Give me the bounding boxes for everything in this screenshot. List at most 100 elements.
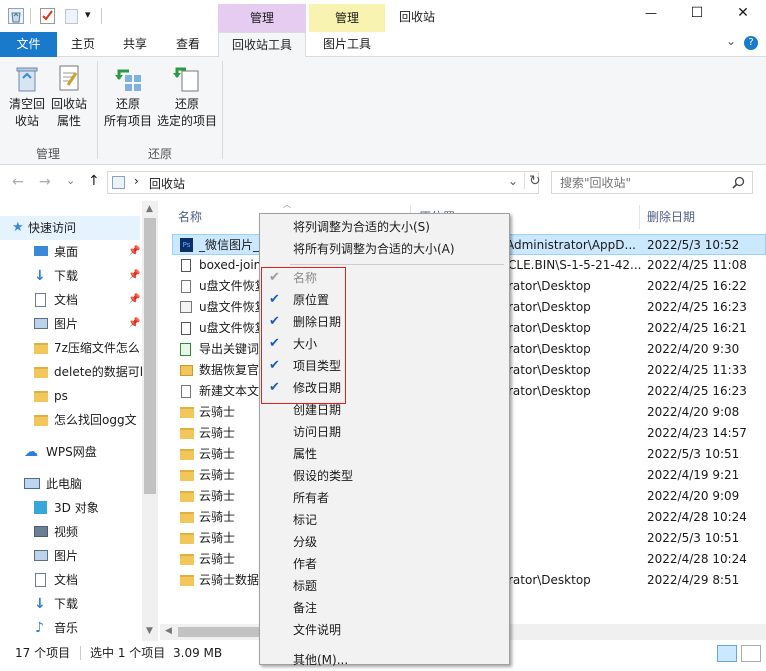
details-view-icon[interactable] [717,645,737,662]
sidebar-item-documents[interactable]: 文档 📌 [0,288,140,312]
context-tab-manage-picture[interactable]: 管理 [309,4,385,32]
address-dropdown-icon[interactable]: ⌄ [508,174,518,188]
menu-item-column-accessed[interactable]: 访问日期 [260,421,509,443]
recycle-bin-properties-button[interactable]: 回收站 属性 [48,63,90,130]
sidebar-item-downloads-2[interactable]: ↓ 下载 [0,592,140,616]
address-box[interactable]: › 回收站 ⌄ ↻ [107,171,541,194]
sidebar-scrollbar[interactable]: ▲ ▼ [142,201,158,641]
sidebar-item-quick-access[interactable]: ★ 快速访问 [0,216,140,240]
tab-share[interactable]: 共享 [112,32,158,57]
scroll-down-icon[interactable]: ▼ [146,626,153,636]
menu-item-column-comments[interactable]: 备注 [260,597,509,619]
tab-home[interactable]: 主页 [60,32,106,57]
properties-qa-icon[interactable] [40,8,55,24]
file-deleted-date: 2022/4/25 11:33 [647,363,747,377]
file-location: CLE.BIN\S-1-5-21-42... [508,258,642,272]
menu-item-fit-all-columns[interactable]: 将所有列调整为合适的大小(A) [260,238,509,260]
search-input[interactable] [552,172,722,193]
file-deleted-date: 2022/4/25 16:23 [647,300,747,314]
sidebar-item-folder[interactable]: 7z压缩文件怎么 [0,336,142,360]
empty-recycle-bin-button[interactable]: 清空回 收站 [4,63,50,130]
file-name: 云骑士 [199,531,236,545]
restore-all-button[interactable]: 还原 所有项目 [102,63,154,130]
sidebar-item-3d[interactable]: 3D 对象 [0,496,140,520]
sidebar-item-folder[interactable]: ps [0,384,142,408]
sidebar-item-videos[interactable]: 视频 [0,520,140,544]
file-location: rator\Desktop [508,573,591,587]
tab-picture-tools[interactable]: 图片工具 [309,32,385,57]
menu-item-column-rating[interactable]: 分级 [260,531,509,553]
file-name: 云骑士 [199,405,236,419]
search-box[interactable] [551,171,753,194]
menu-item-column-tags[interactable]: 标记 [260,509,509,531]
pin-icon: 📌 [128,294,140,305]
sidebar-item-folder[interactable]: 怎么找回ogg文 [0,408,142,432]
sidebar-item-desktop[interactable]: 桌面 📌 [0,240,140,264]
menu-item-column-perceived-type[interactable]: 假设的类型 [260,465,509,487]
maximize-button[interactable]: ☐ [682,5,712,21]
up-button[interactable]: ↑ [88,173,100,189]
group-divider [97,61,98,159]
sidebar-item-documents-2[interactable]: 文档 [0,568,140,592]
recent-locations-button[interactable]: ⌄ [66,174,75,187]
menu-item-fit-column[interactable]: 将列调整为合适的大小(S) [260,216,509,238]
menu-item-more-columns[interactable]: 其他(M)... [260,649,509,671]
highlight-box [261,267,346,404]
sidebar-item-music[interactable]: ♪ 音乐 [0,616,140,640]
refresh-button[interactable]: ↻ [524,173,541,189]
address-bar-row: ← → ⌄ ↑ › 回收站 ⌄ ↻ [0,166,766,200]
tab-recycle-tools[interactable]: 回收站工具 [218,32,306,58]
minimize-button[interactable]: — [636,6,666,20]
menu-item-column-attributes[interactable]: 属性 [260,443,509,465]
sidebar-item-wps[interactable]: ☁ WPS网盘 [0,440,140,464]
sidebar-item-pictures-2[interactable]: 图片 [0,544,140,568]
scroll-thumb[interactable] [144,218,156,494]
sidebar-item-pictures[interactable]: 图片 📌 [0,312,140,336]
menu-item-column-description[interactable]: 文件说明 [260,619,509,641]
file-name: 云骑士 [199,489,236,503]
search-icon[interactable] [732,176,745,192]
menu-item-label: 备注 [293,601,318,615]
ribbon-expand-icon[interactable]: ⌄ [726,34,736,48]
menu-item-column-author[interactable]: 作者 [260,553,509,575]
menu-item-column-owner[interactable]: 所有者 [260,487,509,509]
file-deleted-date: 2022/4/23 14:57 [647,426,747,440]
file-deleted-date: 2022/4/25 16:23 [647,384,747,398]
restore-all-icon [113,63,143,93]
path-text[interactable]: 回收站 [149,175,185,192]
tab-view[interactable]: 查看 [165,32,211,57]
qa-dropdown-icon[interactable]: ▾ [85,8,91,21]
column-header-deleted[interactable]: 删除日期 [639,205,766,229]
menu-item-label: 标记 [293,513,318,527]
empty-label-2: 收站 [14,114,39,128]
sidebar-item-this-pc[interactable]: 此电脑 [0,472,140,496]
file-deleted-date: 2022/4/29 8:51 [647,573,740,587]
scroll-up-icon[interactable]: ▲ [146,204,153,214]
close-button[interactable]: ✕ [728,5,758,21]
file-deleted-date: 2022/5/3 10:51 [647,447,740,461]
back-button[interactable]: ← [12,174,24,190]
hscroll-thumb[interactable] [178,627,260,637]
restore-selected-button[interactable]: 还原 选定的项目 [156,63,218,130]
menu-item-label: 属性 [293,447,318,461]
file-deleted-date: 2022/4/25 16:21 [647,321,747,335]
scroll-left-icon[interactable]: ◀ [165,626,172,636]
restore-selected-icon [172,63,202,93]
file-name: 云骑士 [199,552,236,566]
forward-button[interactable]: → [39,174,51,190]
new-folder-qa-icon[interactable] [65,9,78,24]
large-icons-view-icon[interactable] [741,645,761,662]
sidebar-item-downloads[interactable]: ↓ 下载 📌 [0,264,140,288]
menu-item-column-title[interactable]: 标题 [260,575,509,597]
sidebar-item-folder[interactable]: delete的数据可l [0,360,142,384]
folder-icon [180,575,194,586]
folder-icon [34,415,48,426]
file-deleted-date: 2022/4/20 9:30 [647,342,740,356]
file-name: 云骑士 [199,426,236,440]
help-icon[interactable]: ? [744,36,758,50]
context-tab-manage-recycle[interactable]: 管理 [218,4,306,32]
file-deleted-date: 2022/4/19 9:21 [647,468,740,482]
cloud-icon: ☁ [24,444,38,460]
tab-file[interactable]: 文件 [0,32,57,57]
folder-icon [180,554,194,565]
